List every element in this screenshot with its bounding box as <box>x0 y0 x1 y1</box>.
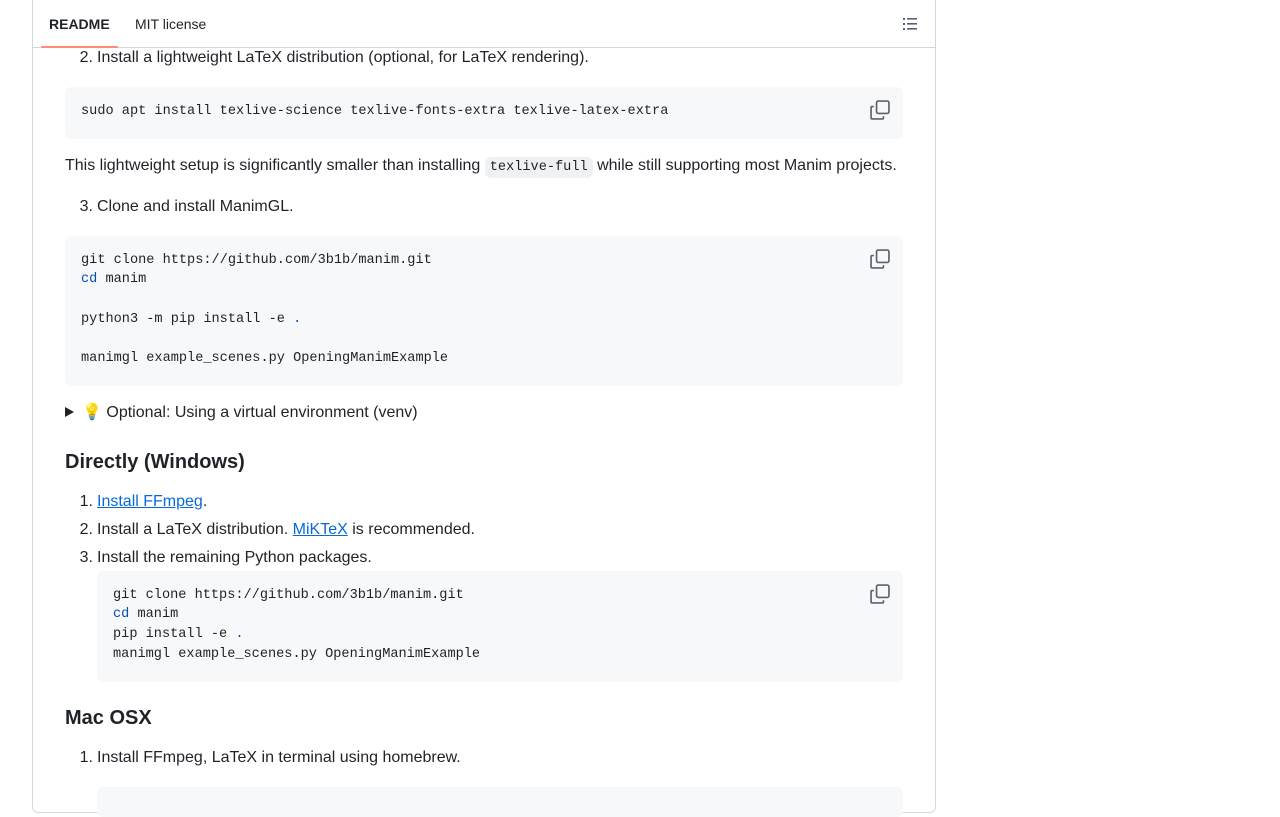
list-item-windows-step-2: 2. Install a LaTeX distribution. MiKTeX … <box>80 518 475 542</box>
light-bulb-emoji: 💡 <box>82 404 102 421</box>
code-keyword: . <box>293 312 302 327</box>
list-item-mac-step-1: 1. Install FFmpeg, LaTeX in terminal usi… <box>80 746 461 770</box>
note-text-after: while still supporting most Manim projec… <box>592 157 897 174</box>
paragraph-lightweight-note: This lightweight setup is significantly … <box>65 154 897 180</box>
copy-icon <box>870 249 890 269</box>
code-line: git clone https://github.com/3b1b/manim.… <box>113 588 464 603</box>
code-keyword: cd <box>81 272 98 287</box>
inline-code-texlive-full: texlive-full <box>484 157 593 178</box>
list-item-linux-step-2: 2. Install a lightweight LaTeX distribut… <box>80 46 589 70</box>
code-block-clone-install: git clone https://github.com/3b1b/manim.… <box>65 236 903 386</box>
copy-button[interactable] <box>869 99 891 121</box>
copy-icon <box>870 584 890 604</box>
code-line: git clone https://github.com/3b1b/manim.… <box>81 253 432 268</box>
code-line: manimgl example_scenes.py OpeningManimEx… <box>81 351 449 366</box>
list-number: 3. <box>79 549 93 566</box>
readme-panel: README MIT license 2. Install a lightwei… <box>32 0 936 817</box>
readme-tabbar: README MIT license <box>33 0 935 48</box>
list-item-windows-step-1: 1. Install FFmpeg. <box>80 490 208 514</box>
code-keyword: . <box>235 627 244 642</box>
list-item-text: . <box>202 493 208 510</box>
code-line: manimgl example_scenes.py OpeningManimEx… <box>113 647 481 662</box>
heading-windows: Directly (Windows) <box>65 451 245 473</box>
code-text: manim <box>97 272 147 287</box>
list-item-text: Install FFmpeg, LaTeX in terminal using … <box>97 749 461 766</box>
code-line: sudo apt install texlive-science texlive… <box>81 104 669 119</box>
heading-mac-osx: Mac OSX <box>65 707 152 729</box>
install-ffmpeg-link[interactable]: Install FFmpeg <box>97 493 203 510</box>
code-line: python3 -m pip install -e . <box>81 310 301 330</box>
list-item-text: Install a lightweight LaTeX distribution… <box>97 49 589 66</box>
copy-button[interactable] <box>869 248 891 270</box>
disclosure-triangle-icon <box>65 407 74 417</box>
list-item-windows-step-3: 3. Install the remaining Python packages… <box>80 546 372 570</box>
list-item-text: Clone and install ManimGL. <box>97 198 294 215</box>
code-keyword: cd <box>113 607 130 622</box>
code-block-mac <box>97 787 903 817</box>
code-block-windows: git clone https://github.com/3b1b/manim.… <box>97 571 903 682</box>
list-number: 2. <box>79 521 93 538</box>
list-unordered-icon <box>903 18 917 30</box>
list-item-linux-step-3: 3. Clone and install ManimGL. <box>80 195 294 219</box>
list-item-text: is recommended. <box>347 521 475 538</box>
code-line: cd manim <box>81 270 146 290</box>
copy-icon <box>870 100 890 120</box>
code-text: manim <box>129 607 179 622</box>
code-line: pip install -e . <box>113 625 244 645</box>
code-text: python3 -m pip install -e <box>81 312 294 327</box>
list-number: 2. <box>79 49 93 66</box>
code-line: cd manim <box>113 605 178 625</box>
outline-button[interactable] <box>897 12 923 36</box>
list-number: 3. <box>79 198 93 215</box>
tab-readme[interactable]: README <box>41 0 118 48</box>
list-number: 1. <box>79 749 93 766</box>
list-number: 1. <box>79 493 93 510</box>
details-summary-text: Optional: Using a virtual environment (v… <box>101 404 418 421</box>
note-text-before: This lightweight setup is significantly … <box>65 157 485 174</box>
details-venv-toggle[interactable]: 💡 Optional: Using a virtual environment … <box>65 401 418 425</box>
code-text: pip install -e <box>113 627 236 642</box>
tab-mit-license[interactable]: MIT license <box>135 0 206 47</box>
list-item-text: Install a LaTeX distribution. <box>97 521 293 538</box>
list-item-text: Install the remaining Python packages. <box>97 549 372 566</box>
miktex-link[interactable]: MiKTeX <box>293 521 348 538</box>
code-block-latex: sudo apt install texlive-science texlive… <box>65 87 903 139</box>
copy-button[interactable] <box>869 583 891 605</box>
